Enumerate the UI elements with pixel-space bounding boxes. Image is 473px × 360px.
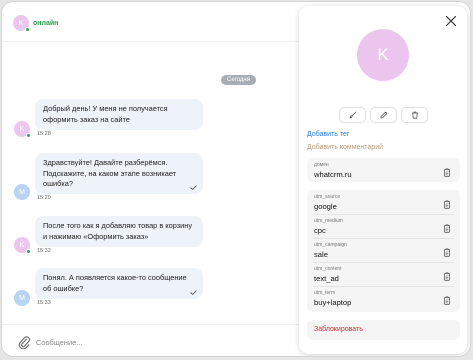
chat-header: K онлайн — [2, 2, 302, 42]
paperclip-icon[interactable] — [18, 335, 30, 349]
copy-icon[interactable] — [443, 272, 451, 281]
avatar-letter: K — [19, 241, 25, 249]
block-button[interactable]: Заблокировать — [307, 320, 460, 340]
avatar-letter: M — [19, 188, 25, 196]
field-value: cpc — [314, 226, 326, 235]
message-bubble[interactable]: Здравствуйте! Давайте разберёмся. Подска… — [35, 153, 203, 194]
block-button-label: Заблокировать — [314, 326, 363, 333]
brush-icon — [349, 111, 356, 119]
message-time: 15:28 — [37, 131, 51, 137]
message-text: Добрый день! У меня не получается оформи… — [43, 104, 168, 124]
online-status: онлайн — [33, 20, 59, 27]
field-domain: домен whatcrm.ru — [307, 158, 460, 182]
close-icon[interactable] — [444, 14, 458, 28]
message-avatar: K — [14, 237, 31, 254]
field-divider — [313, 238, 454, 239]
edit-button[interactable] — [370, 107, 397, 123]
copy-icon[interactable] — [443, 168, 451, 177]
message-avatar: M — [14, 290, 30, 306]
field-divider — [313, 262, 454, 263]
message-bubble[interactable]: После того как я добавляю товар в корзин… — [35, 216, 203, 247]
brush-button[interactable] — [339, 107, 366, 123]
field-utm-source: utm_source google — [307, 190, 460, 214]
contact-panel: K Добавить тег Добавить комментарий доме… — [299, 6, 467, 354]
message-input[interactable] — [36, 335, 266, 349]
check-icon — [190, 185, 197, 190]
message-avatar: M — [14, 184, 30, 200]
message-composer — [2, 324, 302, 356]
copy-icon[interactable] — [443, 224, 451, 233]
message-avatar: K — [14, 121, 31, 138]
copy-icon[interactable] — [443, 296, 451, 305]
field-value: text_ad — [314, 274, 339, 283]
field-label: utm_content — [314, 266, 342, 272]
message-text: Понял. А появляется какое-то сообщение о… — [43, 273, 187, 293]
avatar-letter: K — [19, 125, 25, 133]
check-icon — [190, 290, 197, 295]
field-divider — [313, 286, 454, 287]
contact-avatar[interactable]: K — [13, 15, 30, 32]
add-comment-link[interactable]: Добавить комментарий — [307, 144, 383, 151]
online-indicator — [26, 249, 31, 254]
field-utm-term: utm_term buy+laptop — [307, 286, 460, 310]
message-bubble[interactable]: Понял. А появляется какое-то сообщение о… — [35, 268, 203, 299]
field-label: домен — [314, 162, 329, 168]
field-value: buy+laptop — [314, 298, 352, 307]
online-indicator — [25, 27, 30, 32]
field-utm-medium: utm_medium cpc — [307, 214, 460, 238]
field-value: whatcrm.ru — [314, 170, 352, 179]
field-label: utm_source — [314, 194, 341, 200]
message-time: 15:33 — [37, 300, 51, 306]
copy-icon[interactable] — [443, 248, 451, 257]
add-tag-link[interactable]: Добавить тег — [307, 131, 349, 138]
avatar-letter: M — [19, 294, 25, 302]
message-time: 15:32 — [37, 248, 51, 254]
message-text: Здравствуйте! Давайте разберёмся. Подска… — [43, 158, 177, 188]
utm-field-box: utm_source google utm_medium cpc utm_cam… — [307, 190, 460, 312]
online-indicator — [26, 133, 31, 138]
field-label: utm_campaign — [314, 242, 347, 248]
field-utm-campaign: utm_campaign sale — [307, 238, 460, 262]
delete-button[interactable] — [401, 107, 428, 123]
message-bubble[interactable]: Добрый день! У меня не получается оформи… — [35, 99, 203, 130]
field-utm-content: utm_content text_ad — [307, 262, 460, 286]
field-divider — [313, 214, 454, 215]
app-window: K онлайн Сегодня K Добрый день! У меня н… — [1, 1, 471, 357]
message-time: 15:29 — [37, 195, 51, 201]
domain-field-box: домен whatcrm.ru — [307, 158, 460, 182]
trash-icon — [411, 111, 418, 119]
field-value: google — [314, 202, 337, 211]
field-value: sale — [314, 250, 328, 259]
copy-icon[interactable] — [443, 200, 451, 209]
avatar-letter: K — [377, 45, 389, 64]
pencil-icon — [380, 111, 387, 119]
field-label: utm_term — [314, 290, 336, 296]
contact-avatar-large: K — [357, 29, 409, 81]
field-label: utm_medium — [314, 218, 343, 224]
contact-avatar-letter: K — [18, 19, 24, 27]
date-separator: Сегодня — [221, 75, 256, 85]
message-text: После того как я добавляю товар в корзин… — [43, 221, 193, 241]
